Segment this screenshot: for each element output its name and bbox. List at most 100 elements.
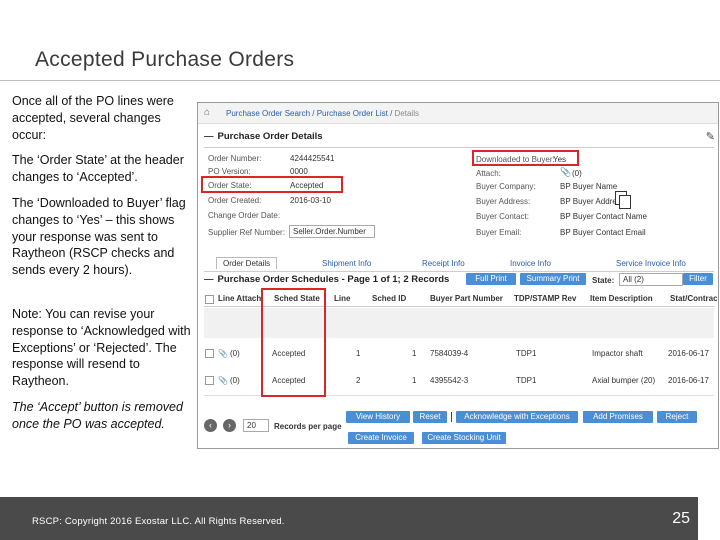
page-number: 25 (672, 510, 690, 527)
home-icon[interactable]: ⌂ (204, 107, 216, 118)
row-tdp: TDP1 (516, 349, 537, 358)
reject-button[interactable]: Reject (657, 411, 697, 423)
col-line-attach[interactable]: Line Attach (218, 294, 261, 303)
view-history-button[interactable]: View History (346, 411, 410, 423)
reset-button[interactable]: Reset (413, 411, 447, 423)
row-part: 4395542-3 (430, 376, 469, 385)
row-attach[interactable]: (0) (230, 376, 240, 385)
per-page-label: Records per page (274, 422, 342, 431)
breadcrumb: ⌂ Purchase Order Search / Purchase Order… (198, 103, 718, 124)
state-select[interactable]: All (2) (619, 273, 683, 286)
change-order-date-label: Change Order Date: (208, 211, 281, 220)
row-checkbox[interactable] (205, 376, 214, 385)
col-tdp-stamp-rev[interactable]: TDP/STAMP Rev (514, 294, 576, 303)
breadcrumb-list[interactable]: Purchase Order List (317, 109, 388, 118)
app-screenshot: ⌂ Purchase Order Search / Purchase Order… (197, 102, 719, 449)
details-heading-text: Purchase Order Details (217, 131, 323, 142)
row-line: 2 (356, 376, 361, 385)
note-order-state: The ‘Order State’ at the header changes … (12, 153, 184, 185)
col-item-description[interactable]: Item Description (590, 294, 653, 303)
breadcrumb-path: Purchase Order Search / Purchase Order L… (226, 109, 419, 118)
col-stat-contract[interactable]: Stat/Contrac (670, 294, 718, 303)
edit-icon[interactable]: ✎ (706, 130, 715, 143)
collapse-icon[interactable]: — (204, 274, 214, 285)
note-intro: Once all of the PO lines were accepted, … (12, 94, 174, 142)
highlight-sched-state (261, 288, 326, 397)
paperclip-icon[interactable]: 📎 (218, 376, 228, 385)
attach-label: Attach: (476, 169, 501, 178)
highlight-order-state (201, 176, 343, 193)
collapse-icon[interactable]: — (204, 131, 214, 142)
tab-shipment-info[interactable]: Shipment Info (322, 259, 371, 268)
add-promises-button[interactable]: Add Promises (583, 411, 653, 423)
row-checkbox[interactable] (205, 349, 214, 358)
buyer-address-label: Buyer Address: (476, 197, 531, 206)
order-created-value: 2016-03-10 (290, 196, 331, 205)
title-rule (0, 80, 720, 81)
state-label: State: (592, 276, 615, 285)
breadcrumb-details: Details (394, 109, 419, 118)
row-desc: Axial bumper (20) (592, 376, 656, 385)
note-revise: Note: You can revise your response to ‘A… (12, 306, 191, 389)
breadcrumb-sep: / (310, 109, 317, 118)
button-separator (451, 412, 452, 422)
buyer-company-value: BP Buyer Name (560, 182, 618, 191)
row-line: 1 (356, 349, 361, 358)
copy-icon-back (619, 195, 631, 209)
po-version-label: PO Version: (208, 167, 251, 176)
attach-value[interactable]: (0) (572, 169, 582, 178)
row-sched-id: 1 (412, 376, 417, 385)
buyer-contact-label: Buyer Contact: (476, 212, 529, 221)
supplier-ref-label: Supplier Ref Number: (208, 228, 285, 237)
order-number-label: Order Number: (208, 154, 262, 163)
col-sched-id[interactable]: Sched ID (372, 294, 406, 303)
breadcrumb-search[interactable]: Purchase Order Search (226, 109, 310, 118)
buyer-contact-value: BP Buyer Contact Name (560, 212, 648, 221)
per-page-select[interactable]: 20 (243, 419, 269, 432)
create-stocking-unit-button[interactable]: Create Stocking Unit (422, 432, 506, 444)
col-line[interactable]: Line (334, 294, 350, 303)
tab-invoice-info[interactable]: Invoice Info (510, 259, 551, 268)
row-date: 2016-06-17 (668, 376, 709, 385)
supplier-ref-input[interactable]: Seller.Order.Number (289, 225, 375, 238)
acknowledge-exceptions-button[interactable]: Acknowledge with Exceptions (456, 411, 578, 423)
prev-page-icon[interactable]: ‹ (204, 419, 217, 432)
row-desc: Impactor shaft (592, 349, 643, 358)
buyer-email-label: Buyer Email: (476, 228, 522, 237)
details-heading[interactable]: — Purchase Order Details (204, 131, 714, 147)
next-page-icon[interactable]: › (223, 419, 236, 432)
slide-title: Accepted Purchase Orders (35, 48, 295, 71)
filter-button[interactable]: Filter (683, 273, 713, 285)
row-sched-id: 1 (412, 349, 417, 358)
pager: ‹ › 20 Records per page (201, 417, 342, 437)
paperclip-icon[interactable]: 📎 (218, 349, 228, 358)
buyer-company-label: Buyer Company: (476, 182, 536, 191)
row-part: 7584039-4 (430, 349, 469, 358)
buyer-email-value: BP Buyer Contact Email (560, 228, 646, 237)
po-version-value: 0000 (290, 167, 308, 176)
breadcrumb-sep: / (387, 109, 395, 118)
create-invoice-button[interactable]: Create Invoice (348, 432, 414, 444)
footer-bar: RSCP: Copyright 2016 Exostar LLC. All Ri… (0, 497, 698, 540)
summary-print-button[interactable]: Summary Print (520, 273, 586, 285)
tab-order-details[interactable]: Order Details (216, 257, 278, 269)
highlight-downloaded (472, 150, 579, 166)
detail-tabs: Order Details Shipment Info Receipt Info… (204, 257, 714, 272)
tab-receipt-info[interactable]: Receipt Info (422, 259, 465, 268)
row-tdp: TDP1 (516, 376, 537, 385)
note-accept-removed: The ‘Accept’ button is removed once the … (12, 399, 183, 431)
footer-copyright: RSCP: Copyright 2016 Exostar LLC. All Ri… (32, 516, 285, 527)
select-all-checkbox[interactable] (205, 295, 214, 304)
paperclip-icon[interactable]: 📎 (560, 167, 571, 178)
details-rule (204, 147, 714, 148)
col-buyer-part-number[interactable]: Buyer Part Number (430, 294, 503, 303)
order-created-label: Order Created: (208, 196, 262, 205)
row-date: 2016-06-17 (668, 349, 709, 358)
full-print-button[interactable]: Full Print (466, 273, 516, 285)
tab-service-invoice-info[interactable]: Service Invoice Info (616, 259, 686, 268)
schedules-heading-text: Purchase Order Schedules - Page 1 of 1; … (217, 274, 450, 285)
row-attach[interactable]: (0) (230, 349, 240, 358)
order-number-value: 4244425541 (290, 154, 335, 163)
schedules-heading[interactable]: — Purchase Order Schedules - Page 1 of 1;… (204, 274, 464, 290)
